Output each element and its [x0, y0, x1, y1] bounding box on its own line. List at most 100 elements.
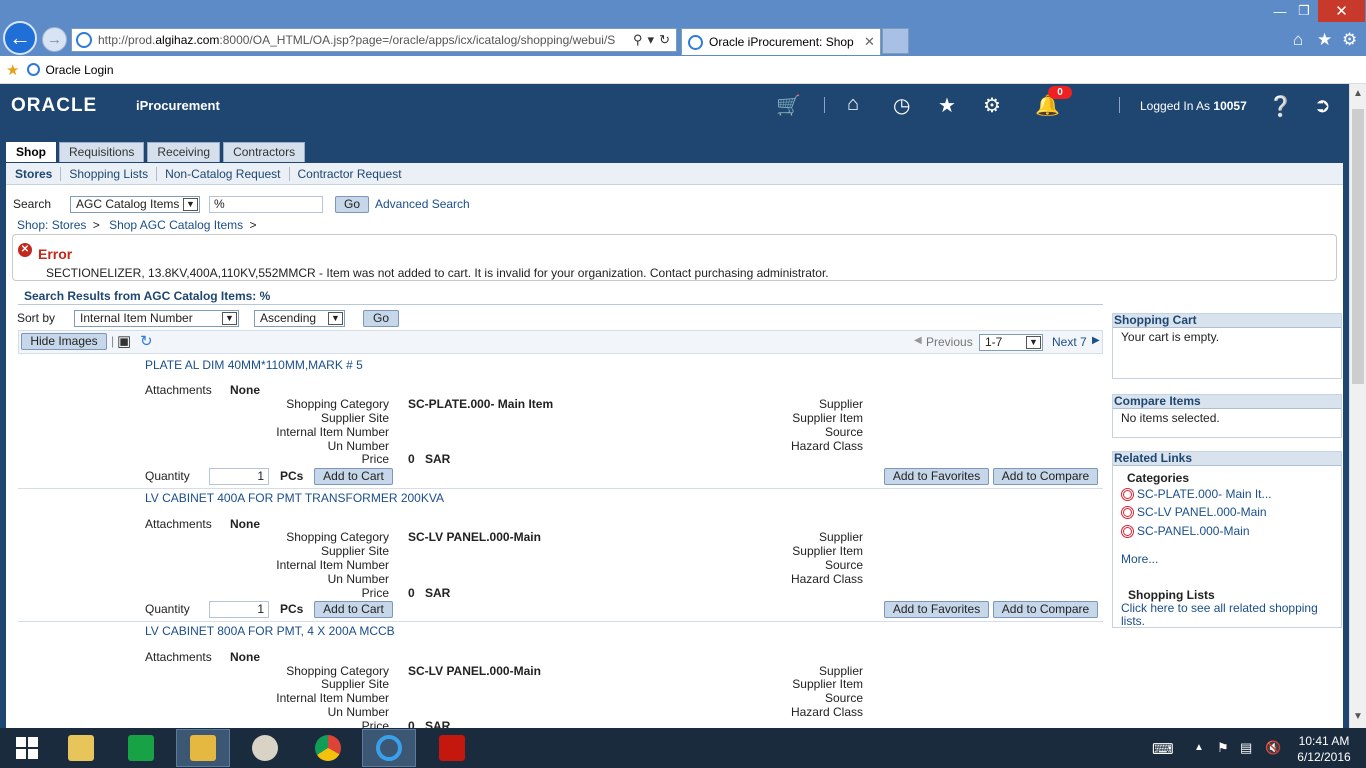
add-favorite-star-icon[interactable]: ★: [6, 61, 19, 79]
more-categories-link[interactable]: More...: [1121, 552, 1158, 566]
navigator-compass-icon[interactable]: ◷: [893, 93, 910, 118]
category-link-text[interactable]: SC-LV PANEL.000-Main: [1137, 505, 1267, 519]
categories-label: Categories: [1127, 471, 1190, 485]
oracle-header: ORACLE iProcurement 🛒 ⌂ ◷ ★ ⚙ 🔔 0 Logged…: [0, 84, 1349, 132]
network-icon[interactable]: ▤: [1240, 740, 1252, 756]
restore-button[interactable]: ❐: [1290, 0, 1318, 22]
breadcrumb-shop-stores[interactable]: Shop: Stores: [17, 218, 86, 232]
subnav-shopping-lists[interactable]: Shopping Lists: [60, 166, 156, 181]
add-to-favorites-button[interactable]: Add to Favorites: [884, 468, 989, 485]
paint-button[interactable]: [238, 729, 292, 767]
search-input[interactable]: %: [209, 196, 323, 213]
result-item: PLATE AL DIM 40MM*110MM,MARK # 5 Attachm…: [18, 355, 1103, 489]
catalog-select[interactable]: AGC Catalog Items ▼: [70, 196, 200, 213]
quantity-input[interactable]: 1: [209, 601, 269, 618]
sort-go-button[interactable]: Go: [363, 310, 399, 327]
favorite-oracle-login[interactable]: Oracle Login: [45, 63, 113, 77]
results-title: Search Results from AGC Catalog Items: %: [24, 289, 271, 303]
favorites-star-icon[interactable]: ★: [938, 93, 956, 118]
search-go-button[interactable]: Go: [335, 196, 369, 213]
compare-empty-message: No items selected.: [1121, 411, 1220, 425]
item-title-link[interactable]: LV CABINET 400A FOR PMT TRANSFORMER 200K…: [145, 491, 444, 505]
address-bar[interactable]: http://prod.algihaz.com:8000/OA_HTML/OA.…: [71, 28, 677, 52]
settings-gear-icon[interactable]: ⚙: [983, 93, 1001, 118]
favorites-star-icon[interactable]: ★: [1317, 30, 1332, 50]
tab-contractors[interactable]: Contractors: [223, 142, 306, 162]
scroll-down-icon[interactable]: ▼: [1353, 711, 1363, 722]
internet-explorer-button[interactable]: [362, 729, 416, 767]
item-title-link[interactable]: LV CABINET 800A FOR PMT, 4 X 200A MCCB: [145, 624, 395, 638]
tab-requisitions[interactable]: Requisitions: [59, 142, 145, 162]
expand-view-icon[interactable]: ▣: [117, 332, 131, 350]
vertical-scrollbar[interactable]: ▲ ▼: [1349, 84, 1366, 728]
category-link[interactable]: SC-PLATE.000- Main It...: [1121, 487, 1272, 501]
subnav-stores[interactable]: Stores: [15, 167, 60, 181]
add-to-cart-button[interactable]: Add to Cart: [314, 601, 393, 618]
sort-field-select[interactable]: Internal Item Number ▼: [74, 310, 239, 327]
app-name: iProcurement: [136, 98, 220, 113]
clock-time: 10:41 AM: [1298, 734, 1350, 748]
category-link[interactable]: SC-LV PANEL.000-Main: [1121, 505, 1267, 519]
breadcrumb-shop-agc-catalog[interactable]: Shop AGC Catalog Items: [109, 218, 243, 232]
home-icon[interactable]: ⌂: [847, 93, 859, 116]
category-link-text[interactable]: SC-PANEL.000-Main: [1137, 524, 1250, 538]
refresh-icon[interactable]: ↻: [140, 332, 153, 350]
file-explorer-button[interactable]: [54, 729, 108, 767]
next-arrow-icon[interactable]: ▶: [1092, 335, 1100, 346]
back-button[interactable]: ←: [3, 21, 37, 55]
windows-logo-icon: [16, 737, 38, 759]
category-link-text[interactable]: SC-PLATE.000- Main It...: [1137, 487, 1272, 501]
compare-items-title: Compare Items: [1113, 395, 1341, 409]
close-window-button[interactable]: ✕: [1318, 0, 1365, 22]
previous-link[interactable]: Previous: [926, 335, 973, 349]
add-to-favorites-button[interactable]: Add to Favorites: [884, 601, 989, 618]
dropdown-icon[interactable]: ▾: [648, 32, 655, 48]
refresh-icon[interactable]: ↻: [659, 32, 670, 48]
tab-shop[interactable]: Shop: [6, 142, 56, 162]
acrobat-button[interactable]: [425, 729, 479, 767]
keyboard-icon[interactable]: ⌨: [1152, 740, 1174, 758]
next-link[interactable]: Next 7: [1052, 335, 1087, 349]
logout-icon[interactable]: ➲: [1314, 93, 1331, 118]
chevron-down-icon: ▼: [328, 312, 343, 325]
add-to-compare-button[interactable]: Add to Compare: [993, 468, 1098, 485]
tools-gear-icon[interactable]: ⚙: [1342, 30, 1357, 50]
subnav-non-catalog-request[interactable]: Non-Catalog Request: [156, 166, 288, 181]
category-link[interactable]: SC-PANEL.000-Main: [1121, 524, 1250, 538]
forward-button[interactable]: →: [42, 27, 67, 52]
close-tab-icon[interactable]: ✕: [864, 34, 875, 50]
source-label: Source: [824, 425, 863, 439]
page-range-select[interactable]: 1-7 ▼: [979, 334, 1043, 351]
outlook-button[interactable]: [176, 729, 230, 767]
un-number-label: Un Number: [327, 705, 389, 719]
quantity-input[interactable]: 1: [209, 468, 269, 485]
chrome-button[interactable]: [301, 729, 355, 767]
scrollbar-thumb[interactable]: [1352, 109, 1364, 384]
search-icon[interactable]: ⚲: [633, 32, 643, 48]
tab-receiving[interactable]: Receiving: [147, 142, 221, 162]
add-to-compare-button[interactable]: Add to Compare: [993, 601, 1098, 618]
sort-order-select[interactable]: Ascending ▼: [254, 310, 345, 327]
category-target-icon: [1121, 524, 1134, 538]
start-button[interactable]: [0, 729, 54, 767]
flag-icon[interactable]: ⚑: [1217, 740, 1229, 756]
store-bag-icon: [128, 735, 154, 761]
store-button[interactable]: [114, 729, 168, 767]
system-clock[interactable]: 10:41 AM 6/12/2016: [1294, 733, 1354, 765]
hide-images-button[interactable]: Hide Images: [21, 333, 107, 350]
subnav-contractor-request[interactable]: Contractor Request: [288, 166, 410, 181]
scroll-up-icon[interactable]: ▲: [1353, 88, 1363, 99]
new-tab-button[interactable]: [882, 28, 909, 54]
show-hidden-icons-chevron-icon[interactable]: ▲: [1194, 742, 1204, 753]
advanced-search-link[interactable]: Advanced Search: [375, 197, 470, 211]
browser-tab[interactable]: Oracle iProcurement: Shop ✕: [681, 28, 881, 55]
help-icon[interactable]: ❔: [1268, 94, 1293, 119]
attachments-value: None: [230, 517, 260, 531]
add-to-cart-button[interactable]: Add to Cart: [314, 468, 393, 485]
sub-navigation: Stores Shopping Lists Non-Catalog Reques…: [6, 163, 1343, 185]
cart-icon[interactable]: 🛒: [776, 93, 801, 118]
home-icon[interactable]: ⌂: [1293, 30, 1303, 50]
item-title-link[interactable]: PLATE AL DIM 40MM*110MM,MARK # 5: [145, 358, 363, 372]
shopping-lists-link[interactable]: Click here to see all related shopping l…: [1121, 602, 1336, 628]
volume-muted-icon[interactable]: 🔇: [1265, 740, 1281, 756]
